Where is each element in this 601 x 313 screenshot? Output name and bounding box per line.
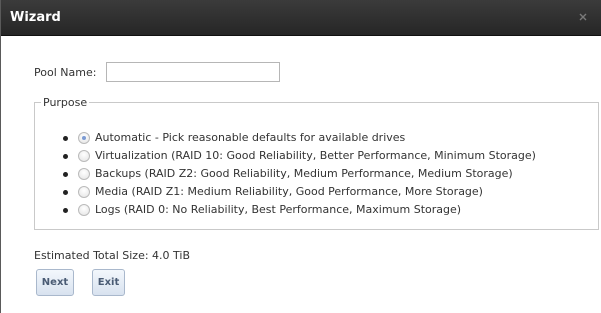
- option-label: Backups (RAID Z2: Good Reliability, Medi…: [95, 167, 513, 180]
- bullet-icon: [63, 190, 68, 195]
- close-icon[interactable]: [578, 12, 588, 22]
- window-title: Wizard: [10, 10, 61, 25]
- radio-backups[interactable]: [78, 168, 90, 180]
- purpose-option-logs[interactable]: Logs (RAID 0: No Reliability, Best Perfo…: [35, 202, 595, 220]
- purpose-legend: Purpose: [43, 96, 88, 109]
- pool-name-input[interactable]: [106, 62, 280, 82]
- radio-automatic[interactable]: [78, 132, 90, 144]
- option-label: Logs (RAID 0: No Reliability, Best Perfo…: [95, 203, 462, 216]
- radio-virtualization[interactable]: [78, 150, 90, 162]
- radio-logs[interactable]: [78, 204, 90, 216]
- option-label: Virtualization (RAID 10: Good Reliabilit…: [95, 149, 536, 162]
- title-bar[interactable]: Wizard: [1, 0, 601, 36]
- radio-media[interactable]: [78, 186, 90, 198]
- estimated-total-size: Estimated Total Size: 4.0 TiB: [34, 249, 191, 262]
- purpose-option-virtualization[interactable]: Virtualization (RAID 10: Good Reliabilit…: [35, 148, 595, 166]
- purpose-option-backups[interactable]: Backups (RAID Z2: Good Reliability, Medi…: [35, 166, 595, 184]
- bullet-icon: [63, 154, 68, 159]
- bullet-icon: [63, 136, 68, 141]
- next-button[interactable]: Next: [36, 269, 74, 296]
- purpose-fieldset: Purpose Automatic - Pick reasonable defa…: [34, 96, 599, 230]
- bullet-icon: [63, 208, 68, 213]
- pool-name-label: Pool Name:: [34, 66, 97, 79]
- option-label: Automatic - Pick reasonable defaults for…: [95, 131, 406, 144]
- option-label: Media (RAID Z1: Medium Reliability, Good…: [95, 185, 483, 198]
- exit-button[interactable]: Exit: [92, 269, 125, 296]
- purpose-option-automatic[interactable]: Automatic - Pick reasonable defaults for…: [35, 130, 595, 148]
- bullet-icon: [63, 172, 68, 177]
- purpose-option-media[interactable]: Media (RAID Z1: Medium Reliability, Good…: [35, 184, 595, 202]
- wizard-window: Wizard Pool Name: Purpose Automatic - Pi…: [0, 0, 601, 313]
